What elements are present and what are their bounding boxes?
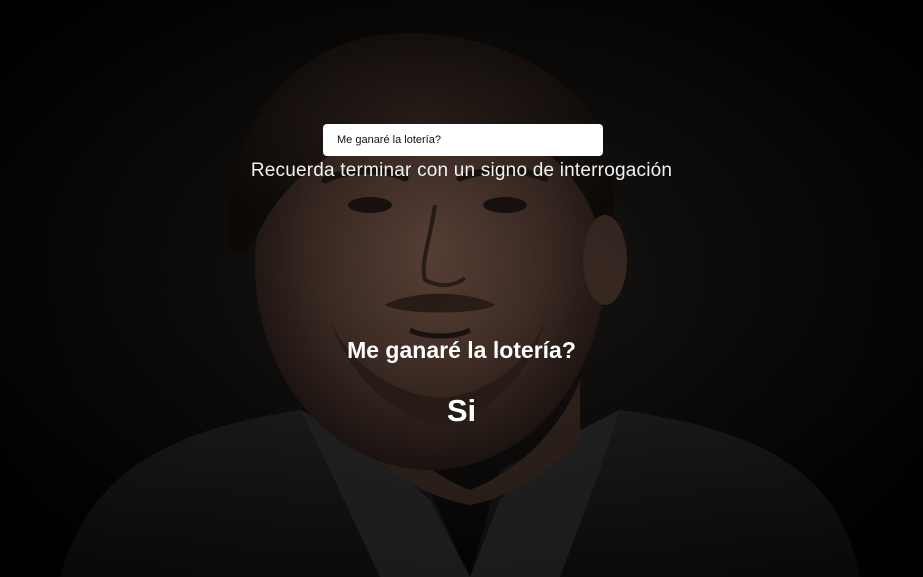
question-input[interactable] — [323, 124, 603, 156]
app-stage: Recuerda terminar con un signo de interr… — [0, 0, 923, 577]
answer-text: Si — [446, 393, 477, 428]
hint-text: Recuerda terminar con un signo de interr… — [250, 160, 673, 181]
dark-overlay — [0, 0, 923, 577]
asked-question: Me ganaré la lotería? — [347, 337, 576, 363]
